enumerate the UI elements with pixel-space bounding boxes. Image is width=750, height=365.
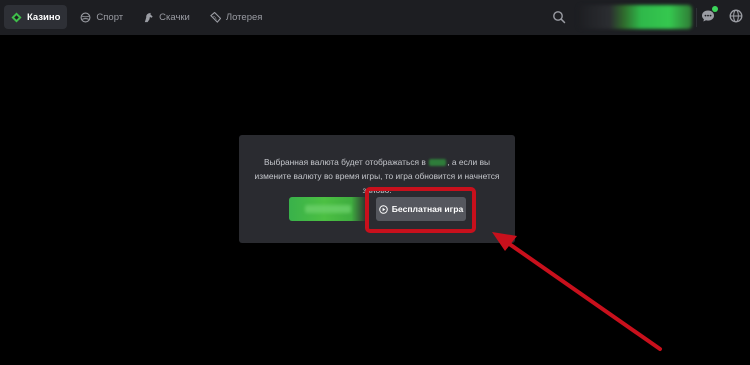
ball-icon	[80, 12, 91, 22]
main-nav: Казино Спорт Скачки Лотерея	[4, 5, 275, 29]
user-account-area[interactable]	[578, 5, 692, 29]
ticket-icon	[209, 11, 221, 23]
top-navigation-bar: Казино Спорт Скачки Лотерея	[0, 0, 750, 35]
nav-item-horse-racing[interactable]: Скачки	[136, 5, 197, 29]
search-icon[interactable]	[552, 10, 566, 24]
currency-name-blurred	[429, 159, 447, 167]
nav-item-casino[interactable]: Казино	[4, 5, 68, 29]
play-real-label-blurred	[305, 205, 351, 213]
play-circle-icon	[378, 204, 388, 214]
nav-item-sport[interactable]: Спорт	[73, 5, 130, 29]
free-play-button[interactable]: Бесплатная игра	[376, 197, 466, 221]
casino-diamond-icon	[11, 11, 22, 23]
nav-item-label: Спорт	[96, 11, 124, 23]
notification-dot	[712, 6, 718, 12]
notice-text-start: Выбранная валюта будет отображаться в	[263, 157, 426, 167]
globe-icon[interactable]	[729, 9, 743, 23]
header-divider	[696, 8, 697, 27]
play-real-button[interactable]	[289, 197, 367, 221]
horse-icon	[144, 12, 153, 22]
nav-item-label: Скачки	[159, 11, 190, 23]
free-play-label: Бесплатная игра	[391, 204, 464, 214]
nav-item-label: Лотерея	[225, 11, 263, 23]
nav-item-lottery[interactable]: Лотерея	[203, 5, 270, 29]
nav-item-label: Казино	[27, 11, 61, 23]
